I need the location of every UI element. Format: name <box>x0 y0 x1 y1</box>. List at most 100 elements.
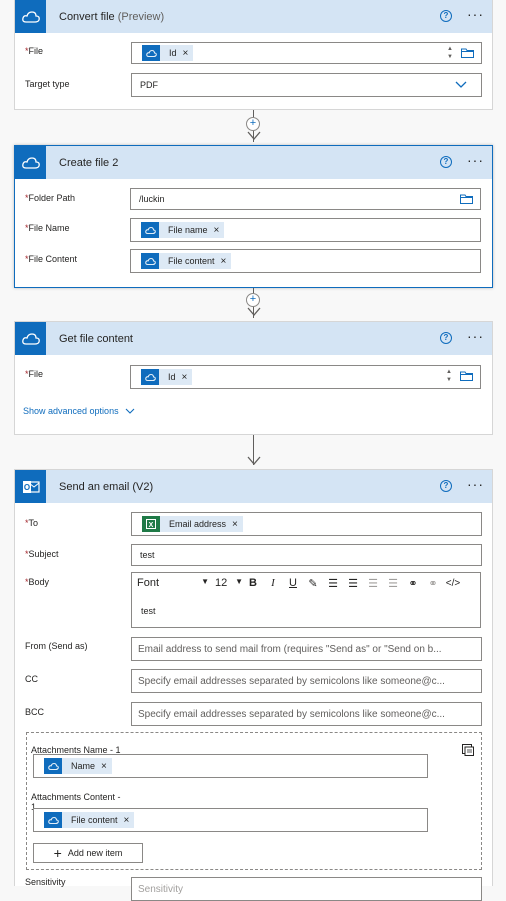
folder-icon[interactable] <box>461 48 474 60</box>
plus-icon: + <box>53 845 62 861</box>
remove-token-icon[interactable]: × <box>221 256 227 267</box>
insert-step-icon[interactable]: + <box>246 117 260 131</box>
file-content-field[interactable]: File content × <box>130 249 481 273</box>
dynamic-token[interactable]: Id × <box>142 45 194 61</box>
dynamic-token[interactable]: Name × <box>44 758 112 774</box>
editor-toolbar: Font ▼ 12 ▼ B I U ✎ ☰ ☰ ☰ ☰ ⚭ ⚭ </> <box>132 573 480 593</box>
card-title: Get file content <box>59 332 133 345</box>
arrow-down-icon <box>247 307 261 316</box>
more-options-icon[interactable]: ··· <box>467 7 484 21</box>
unlink-icon[interactable]: ⚭ <box>423 577 443 590</box>
link-icon[interactable]: ⚭ <box>403 577 423 590</box>
remove-token-icon[interactable]: × <box>124 815 130 826</box>
subject-input[interactable]: test <box>131 544 482 566</box>
help-icon[interactable]: ? <box>440 480 452 492</box>
create-file-card: Create file 2 ? ··· *Folder Path /luckin… <box>14 145 493 288</box>
onedrive-icon <box>15 322 46 355</box>
file-label: *File <box>25 46 44 56</box>
file-content-label: *File Content <box>25 254 78 264</box>
folder-icon[interactable] <box>460 371 473 383</box>
file-name-label: *File Name <box>25 223 70 233</box>
body-label: *Body <box>25 577 50 587</box>
file-label: *File <box>25 369 44 379</box>
folder-path-label: *Folder Path <box>25 193 76 203</box>
remove-token-icon[interactable]: × <box>183 48 189 59</box>
file-field[interactable]: Id × ▲ ▼ <box>131 42 482 64</box>
svg-text:O: O <box>23 483 29 492</box>
font-dropdown[interactable]: Font ▼ <box>137 577 215 589</box>
create-file-header[interactable]: Create file 2 ? ··· <box>15 146 492 179</box>
bullet-list-icon[interactable]: ☰ <box>323 577 343 590</box>
font-size-dropdown[interactable]: 12 ▼ <box>215 577 243 589</box>
onedrive-icon <box>141 369 159 385</box>
increase-indent-icon[interactable]: ☰ <box>383 577 403 590</box>
chevron-down-icon <box>455 80 467 90</box>
onedrive-icon <box>44 758 62 774</box>
to-label: *To <box>25 518 39 528</box>
dynamic-token[interactable]: File name × <box>141 222 225 238</box>
attachments-group: Attachments Name - 1 Name × Attachments C… <box>26 732 482 870</box>
insert-step-icon[interactable]: + <box>246 293 260 307</box>
highlight-icon[interactable]: ✎ <box>303 577 323 590</box>
send-email-header[interactable]: O Send an email (V2) ? ··· <box>15 470 492 503</box>
spinner-icon[interactable]: ▲ ▼ <box>447 45 453 61</box>
cc-input[interactable]: Specify email addresses separated by sem… <box>131 669 482 693</box>
card-title: Send an email (V2) <box>59 480 154 493</box>
onedrive-icon <box>15 146 46 179</box>
spinner-icon[interactable]: ▲ ▼ <box>446 368 452 384</box>
from-label: From (Send as) <box>25 641 88 651</box>
underline-button[interactable]: U <box>283 577 303 589</box>
folder-path-field[interactable]: /luckin <box>130 188 481 210</box>
attachments-content-field[interactable]: File content × <box>33 808 428 832</box>
body-editor[interactable]: Font ▼ 12 ▼ B I U ✎ ☰ ☰ ☰ ☰ ⚭ ⚭ </> test <box>131 572 481 628</box>
onedrive-icon <box>141 222 159 238</box>
bcc-input[interactable]: Specify email addresses separated by sem… <box>131 702 482 726</box>
file-field[interactable]: Id × ▲ ▼ <box>130 365 481 389</box>
onedrive-icon <box>44 812 62 828</box>
svg-text:X: X <box>149 522 154 529</box>
get-file-content-card: Get file content ? ··· *File Id × ▲ ▼ Show… <box>14 321 493 435</box>
help-icon[interactable]: ? <box>440 332 452 344</box>
body-text: test <box>141 606 156 616</box>
dynamic-token[interactable]: X Email address × <box>142 516 243 532</box>
code-view-icon[interactable]: </> <box>443 578 463 589</box>
chevron-down-icon <box>125 408 135 414</box>
add-new-item-button[interactable]: + Add new item <box>33 843 143 863</box>
file-name-field[interactable]: File name × <box>130 218 481 242</box>
outlook-icon: O <box>15 470 46 503</box>
target-type-label: Target type <box>25 79 70 89</box>
folder-icon[interactable] <box>460 194 473 206</box>
sensitivity-dropdown[interactable]: Sensitivity <box>131 877 482 901</box>
remove-token-icon[interactable]: × <box>214 225 220 236</box>
more-options-icon[interactable]: ··· <box>467 153 484 167</box>
onedrive-icon <box>142 45 160 61</box>
dynamic-token[interactable]: File content × <box>44 812 135 828</box>
remove-token-icon[interactable]: × <box>182 372 188 383</box>
show-advanced-options-link[interactable]: Show advanced options <box>23 406 135 416</box>
onedrive-icon <box>15 0 46 33</box>
convert-file-card: Convert file (Preview) ? ··· *File Id × ▲… <box>14 0 493 110</box>
bold-button[interactable]: B <box>243 577 263 589</box>
more-options-icon[interactable]: ··· <box>467 329 484 343</box>
bcc-label: BCC <box>25 707 45 717</box>
to-field[interactable]: X Email address × <box>131 512 482 536</box>
arrow-down-icon <box>247 131 261 140</box>
from-input[interactable]: Email address to send mail from (require… <box>131 637 482 661</box>
dynamic-token[interactable]: Id × <box>141 369 193 385</box>
italic-button[interactable]: I <box>263 577 283 589</box>
help-icon[interactable]: ? <box>440 156 452 168</box>
remove-token-icon[interactable]: × <box>232 519 238 530</box>
decrease-indent-icon[interactable]: ☰ <box>363 577 383 590</box>
switch-input-mode-icon[interactable] <box>462 744 474 756</box>
target-type-dropdown[interactable]: PDF <box>131 73 482 97</box>
convert-file-header[interactable]: Convert file (Preview) ? ··· <box>15 0 492 33</box>
get-file-content-header[interactable]: Get file content ? ··· <box>15 322 492 355</box>
numbered-list-icon[interactable]: ☰ <box>343 577 363 590</box>
more-options-icon[interactable]: ··· <box>467 477 484 491</box>
onedrive-icon <box>141 253 159 269</box>
attachments-name-field[interactable]: Name × <box>33 754 428 778</box>
help-icon[interactable]: ? <box>440 10 452 22</box>
arrow-down-icon <box>247 456 261 465</box>
remove-token-icon[interactable]: × <box>101 761 107 772</box>
dynamic-token[interactable]: File content × <box>141 253 232 269</box>
